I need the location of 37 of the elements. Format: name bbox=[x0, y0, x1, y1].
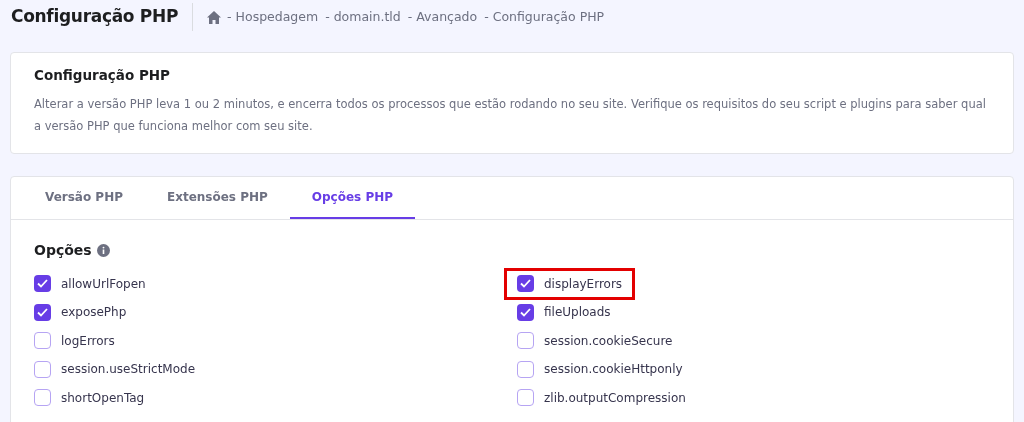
checkbox[interactable] bbox=[517, 360, 534, 378]
description-text: Alterar a versão PHP leva 1 ou 2 minutos, e encerra todos os processos que estão rodando no seu site. Verifique os requisitos do seu script e plugins para saber qual a versão PHP que funciona melhor com seu site. bbox=[34, 96, 987, 136]
checkbox[interactable] bbox=[517, 332, 534, 350]
option-label: session.cookieHttponly bbox=[544, 361, 683, 379]
checkbox[interactable] bbox=[34, 332, 51, 350]
option-label: shortOpenTag bbox=[61, 389, 145, 407]
check-icon bbox=[520, 307, 531, 317]
check-icon bbox=[37, 307, 48, 317]
info-icon[interactable] bbox=[96, 244, 110, 258]
tab[interactable]: Versão PHP bbox=[23, 177, 145, 220]
tab[interactable]: Opções PHP bbox=[289, 177, 416, 220]
checkbox[interactable] bbox=[517, 303, 534, 321]
checkbox[interactable] bbox=[34, 389, 51, 407]
option-label: zlib.outputCompression bbox=[544, 389, 686, 407]
option-label: logErrors bbox=[61, 332, 115, 350]
check-icon bbox=[37, 279, 48, 289]
checkbox[interactable] bbox=[34, 275, 51, 293]
card-title: Configuração PHP bbox=[34, 66, 171, 85]
option-label: session.useStrictMode bbox=[61, 361, 196, 379]
option-label: displayErrors bbox=[544, 275, 623, 293]
breadcrumb-link[interactable]: - Avançado bbox=[407, 7, 478, 27]
option-label: allowUrlFopen bbox=[61, 275, 146, 293]
option-label: fileUploads bbox=[544, 304, 611, 322]
section-title: Opções bbox=[34, 241, 92, 261]
home-icon[interactable] bbox=[207, 10, 222, 24]
option-label: exposePhp bbox=[61, 304, 127, 322]
option-label: session.cookieSecure bbox=[544, 332, 673, 350]
checkbox[interactable] bbox=[34, 303, 51, 321]
breadcrumb-link[interactable]: - Configuração PHP bbox=[484, 7, 605, 27]
check-icon bbox=[520, 279, 531, 289]
checkbox[interactable] bbox=[517, 389, 534, 407]
breadcrumb-link[interactable]: - Hospedagem bbox=[227, 7, 319, 27]
checkbox[interactable] bbox=[517, 275, 534, 293]
tab[interactable]: Extensões PHP bbox=[145, 177, 290, 220]
breadcrumb-link[interactable]: - domain.tld bbox=[325, 7, 401, 27]
page-title: Configuração PHP bbox=[11, 5, 179, 29]
checkbox[interactable] bbox=[34, 360, 51, 378]
